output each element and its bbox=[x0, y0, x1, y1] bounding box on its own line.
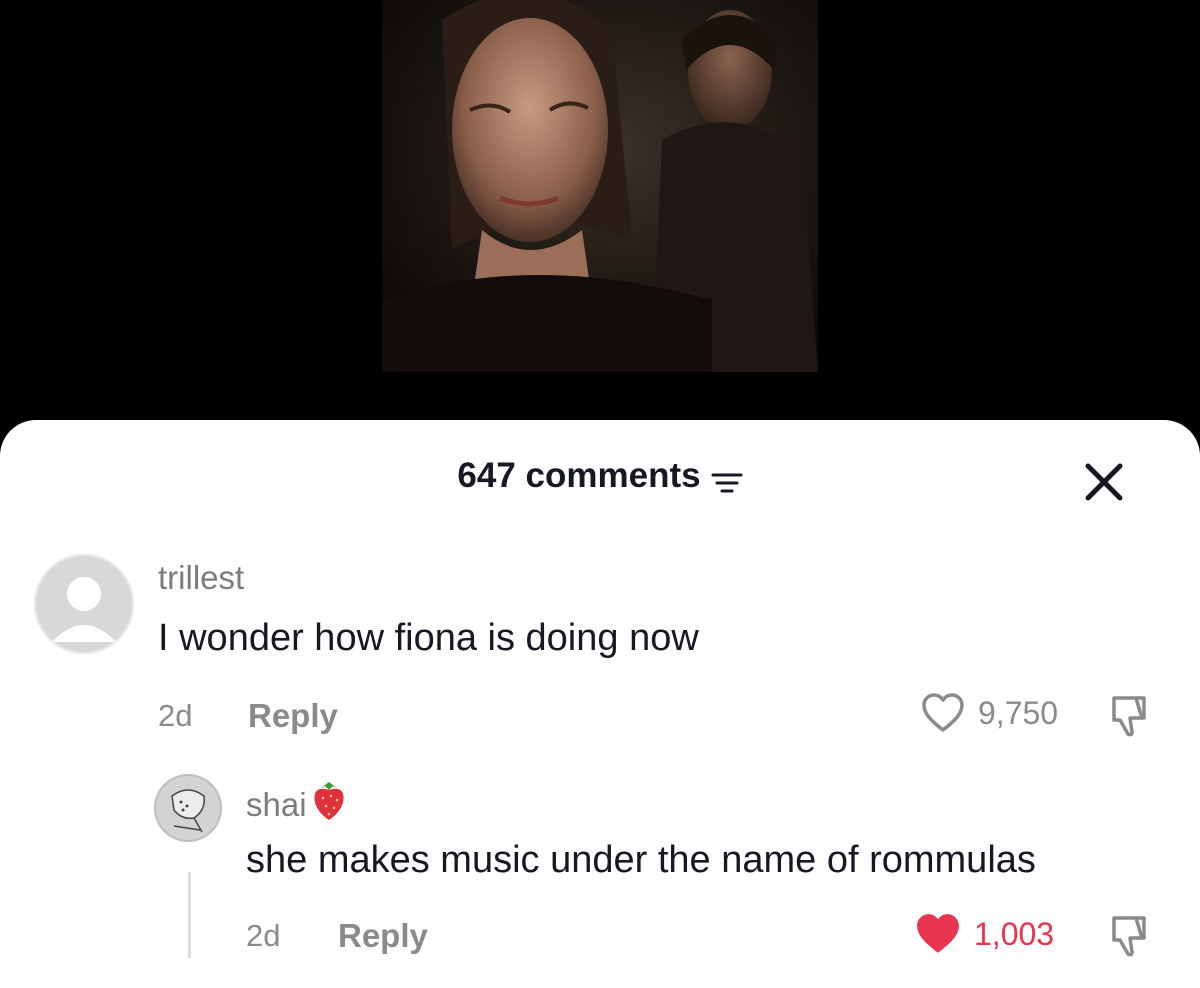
drawn-avatar-icon bbox=[154, 774, 222, 842]
reply-button[interactable]: Reply bbox=[338, 916, 428, 956]
video-thumbnail[interactable] bbox=[382, 0, 818, 372]
thumbs-down-icon bbox=[1112, 696, 1146, 737]
strawberry-emoji bbox=[309, 778, 349, 831]
comment-count-button[interactable]: 647 comments bbox=[457, 456, 743, 496]
video-area[interactable] bbox=[0, 0, 1200, 440]
comment-username[interactable]: shai bbox=[246, 785, 307, 825]
default-avatar-icon bbox=[34, 554, 134, 654]
avatar[interactable] bbox=[34, 554, 134, 654]
like-count: 9,750 bbox=[978, 695, 1059, 731]
like-count: 1,003 bbox=[974, 916, 1055, 952]
thumbs-down-icon bbox=[1112, 916, 1146, 957]
thread-line bbox=[188, 872, 191, 958]
avatar[interactable] bbox=[154, 774, 222, 842]
heart-outline-icon bbox=[922, 693, 964, 732]
like-button[interactable]: 1,003 bbox=[914, 912, 1054, 956]
comment-username-row[interactable]: shai bbox=[246, 778, 349, 831]
dislike-button[interactable] bbox=[1106, 912, 1154, 960]
filter-lines-icon[interactable] bbox=[711, 464, 743, 493]
comment-count-label: 647 comments bbox=[457, 456, 701, 495]
comments-sheet: 647 comments trillest I wonder how fiona… bbox=[0, 420, 1200, 988]
comment-time: 2d bbox=[246, 918, 281, 953]
close-button[interactable] bbox=[1080, 458, 1128, 506]
heart-filled-icon bbox=[917, 914, 959, 953]
comment-time: 2d bbox=[158, 698, 193, 733]
comment-username[interactable]: trillest bbox=[158, 558, 244, 598]
comment-text: I wonder how fiona is doing now bbox=[158, 617, 699, 659]
comments-header: 647 comments bbox=[0, 456, 1200, 496]
comment-text: she makes music under the name of rommul… bbox=[246, 839, 1036, 881]
close-icon bbox=[1085, 463, 1123, 501]
reply-button[interactable]: Reply bbox=[248, 696, 338, 736]
dislike-button[interactable] bbox=[1106, 692, 1154, 740]
like-button[interactable]: 9,750 bbox=[920, 692, 1058, 734]
